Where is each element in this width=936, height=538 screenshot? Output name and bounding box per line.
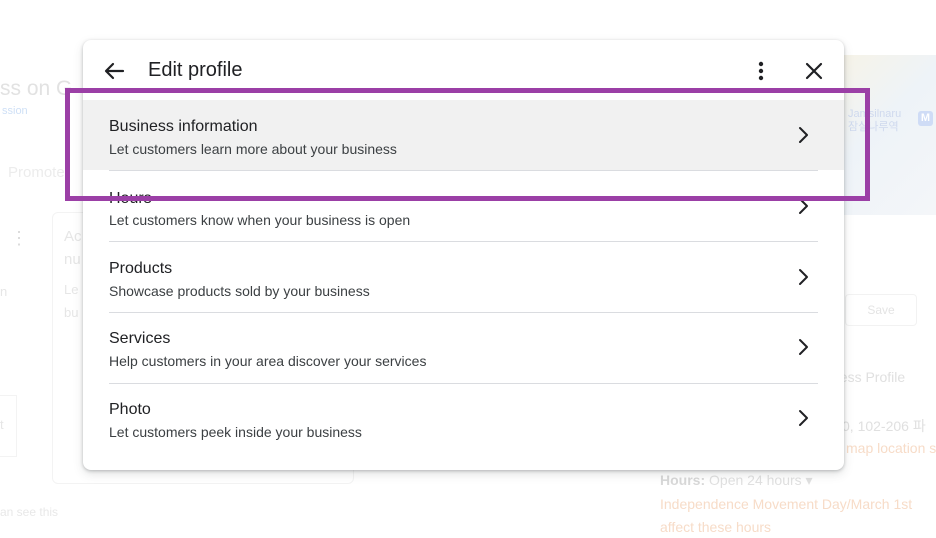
- more-vert-icon: [758, 61, 764, 81]
- menu-item-description: Let customers learn more about your busi…: [109, 141, 397, 157]
- background-card-text: Le: [64, 282, 79, 297]
- background-left-text: n: [0, 284, 8, 299]
- background-address: 0, 102-206 파: [842, 418, 926, 434]
- chevron-right-icon: [799, 127, 808, 143]
- background-hours-value: Open 24 hours ▾: [709, 472, 813, 488]
- background-left-box-text: t: [0, 417, 4, 432]
- menu-item-services[interactable]: Services Help customers in your area dis…: [83, 313, 844, 383]
- background-map: [830, 55, 936, 215]
- dialog-title: Edit profile: [148, 59, 243, 81]
- chevron-right-icon: [799, 339, 808, 355]
- background-hours-label: Hours:: [660, 472, 706, 488]
- background-page-title: ss on G: [0, 77, 73, 100]
- menu-item-title: Photo: [109, 401, 151, 418]
- background-affect-text: affect these hours: [660, 519, 772, 535]
- back-button[interactable]: [101, 57, 129, 85]
- menu-item-description: Showcase products sold by your business: [109, 283, 370, 299]
- more-options-button[interactable]: [749, 57, 773, 85]
- background-card-text: nu: [64, 251, 81, 268]
- menu-item-photo[interactable]: Photo Let customers peek inside your bus…: [83, 384, 844, 454]
- menu-item-title: Services: [109, 330, 171, 347]
- menu-item-products[interactable]: Products Showcase products sold by your …: [83, 242, 844, 312]
- close-icon: [805, 62, 823, 80]
- menu-item-description: Let customers peek inside your business: [109, 424, 362, 440]
- background-holiday-text: Independence Movement Day/March 1st: [660, 496, 913, 512]
- background-page-subtitle: ssion: [2, 105, 28, 117]
- background-card-text: Ac: [64, 228, 82, 245]
- background-see-this-text: an see this: [0, 505, 59, 519]
- background-map-label-line: 잠실나루역: [848, 121, 899, 133]
- background-promote-tab: Promote: [8, 164, 65, 181]
- menu-item-description: Let customers know when your business is…: [109, 212, 411, 228]
- menu-item-title: Products: [109, 260, 173, 277]
- chevron-right-icon: [799, 269, 808, 285]
- menu-item-hours[interactable]: Hours Let customers know when your busin…: [83, 171, 844, 241]
- background-map-location-link: map location s: [846, 440, 936, 456]
- background-hours: Hours: Open 24 hours ▾: [660, 472, 813, 489]
- subway-badge-icon: M: [918, 111, 933, 126]
- background-save-button: Save: [845, 294, 917, 326]
- arrow-back-icon: [104, 62, 125, 80]
- menu-item-title: Business information: [109, 118, 258, 135]
- chevron-right-icon: [799, 198, 808, 214]
- chevron-right-icon: [799, 410, 808, 426]
- background-card-text: bu: [64, 305, 79, 320]
- background-more-icon: ⋮: [10, 228, 28, 248]
- menu-item-title: Hours: [109, 190, 152, 207]
- edit-profile-dialog: Edit profile Business information Let cu…: [83, 40, 844, 470]
- menu-item-description: Help customers in your area discover you…: [109, 353, 427, 369]
- close-button[interactable]: [801, 57, 827, 85]
- menu-item-business-information[interactable]: Business information Let customers learn…: [83, 100, 844, 170]
- background-map-label: Jamsilnaru 잠실나루역: [848, 108, 901, 134]
- dialog-header: Edit profile: [83, 40, 844, 100]
- background-map-label-line: Jamsilnaru: [848, 108, 902, 120]
